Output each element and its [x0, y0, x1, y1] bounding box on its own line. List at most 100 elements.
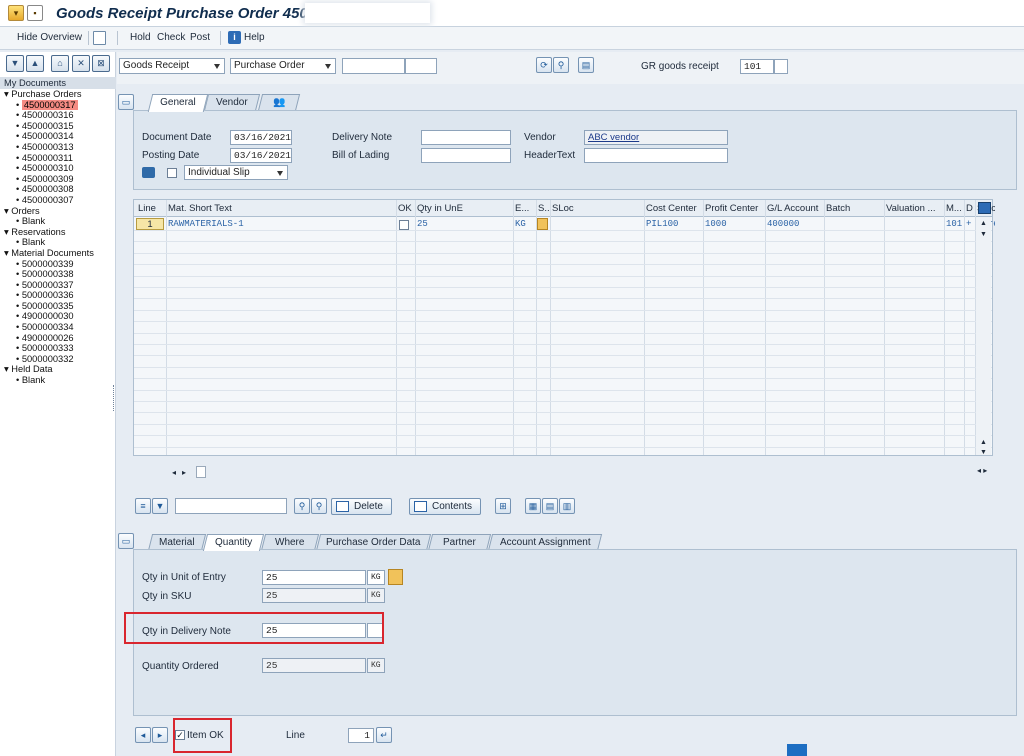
scroll-right-end-icon[interactable]: ◂ ▸: [977, 466, 987, 475]
tree-item[interactable]: • 4900000026: [0, 333, 116, 344]
scroll-left-icon[interactable]: ◂: [172, 468, 176, 477]
scroll-down-bottom-icon[interactable]: ▼: [980, 449, 987, 456]
scroll-down-icon[interactable]: ▼: [980, 231, 987, 238]
window-menu-icon[interactable]: ▪: [27, 5, 43, 21]
reference-item-input[interactable]: [405, 58, 437, 74]
tree-item[interactable]: • 4900000030: [0, 311, 116, 322]
tree-item[interactable]: • 4500000310: [0, 163, 116, 174]
find-next-icon[interactable]: ⚲: [311, 498, 327, 514]
expand-icon[interactable]: ▼: [6, 55, 24, 72]
tree-item[interactable]: • 4500000315: [0, 121, 116, 132]
detail-toggle-icon[interactable]: ▭: [118, 533, 134, 549]
qty-entry-unit[interactable]: KG: [367, 570, 385, 585]
tree-item[interactable]: • 4500000314: [0, 131, 116, 142]
sap-menu-icon[interactable]: ▾: [8, 5, 24, 21]
column-header[interactable]: Batch: [826, 203, 884, 214]
transaction-select[interactable]: Goods Receipt: [119, 58, 225, 74]
grid-debit-credit[interactable]: +: [966, 219, 971, 229]
grid-movement-type[interactable]: 101: [946, 219, 962, 229]
scroll-thumb[interactable]: [196, 466, 206, 478]
posting-date-input[interactable]: 03/16/2021: [230, 148, 292, 163]
detail-tab[interactable]: Quantity: [202, 534, 265, 551]
movement-type-input[interactable]: 101: [740, 59, 774, 74]
tree-folder-reservations[interactable]: ▾ Reservations: [0, 227, 116, 238]
delete-button[interactable]: Delete: [331, 498, 392, 515]
tree-item[interactable]: • Blank: [0, 237, 116, 248]
column-header[interactable]: Line: [138, 203, 168, 214]
column-settings-icon[interactable]: [978, 202, 991, 214]
tree-item[interactable]: • 5000000334: [0, 322, 116, 333]
tree-item[interactable]: • 5000000337: [0, 280, 116, 291]
tree-folder-purchase-orders[interactable]: ▾ Purchase Orders: [0, 89, 116, 100]
grid-cost-center[interactable]: PIL100: [646, 219, 678, 229]
tree-item[interactable]: • 4500000316: [0, 110, 116, 121]
unit-conversion-icon[interactable]: [388, 569, 403, 585]
delivery-note-input[interactable]: [421, 130, 511, 145]
execute-icon[interactable]: ⟳: [536, 57, 552, 73]
list-icon[interactable]: ▤: [578, 57, 594, 73]
tree-folder-held-data[interactable]: ▾ Held Data: [0, 364, 116, 375]
column-header[interactable]: G/L Account: [767, 203, 825, 214]
slip-select[interactable]: Individual Slip: [184, 165, 288, 180]
tree-item[interactable]: • 4500000309: [0, 174, 116, 185]
column-header[interactable]: E...: [515, 203, 537, 214]
next-item-icon[interactable]: ▸: [152, 727, 168, 743]
delete-icon[interactable]: ⌂: [51, 55, 69, 72]
tree-item[interactable]: • Blank: [0, 375, 116, 386]
grid-material-text[interactable]: RAWMATERIALS-1: [168, 219, 244, 229]
grid-horizontal-scrollbar[interactable]: ◂ ▸: [166, 466, 206, 480]
tree-item[interactable]: • 4500000307: [0, 195, 116, 206]
tree-item[interactable]: • 4500000313: [0, 142, 116, 153]
grid-qty[interactable]: 25: [417, 219, 428, 229]
contents-button[interactable]: Contents: [409, 498, 482, 515]
column-header[interactable]: Valuation ...: [886, 203, 944, 214]
tree-folder-orders[interactable]: ▾ Orders: [0, 206, 116, 217]
tree-item[interactable]: • 4500000308: [0, 184, 116, 195]
grid-line-number[interactable]: 1: [139, 219, 161, 230]
movement-type-extra[interactable]: [774, 59, 788, 74]
header-toggle-icon[interactable]: ▭: [118, 94, 134, 110]
tab-partner-icon[interactable]: 👥: [257, 94, 301, 111]
header-text-input[interactable]: [584, 148, 728, 163]
item-search-input[interactable]: [175, 498, 287, 514]
new-document-icon[interactable]: [93, 31, 106, 45]
grid-profit-center[interactable]: 1000: [705, 219, 727, 229]
bill-of-lading-input[interactable]: [421, 148, 511, 163]
stock-overview-icon[interactable]: ▦: [525, 498, 541, 514]
tree-item[interactable]: • 5000000333: [0, 343, 116, 354]
go-to-line-icon[interactable]: ↵: [376, 727, 392, 743]
hide-overview-button[interactable]: Hide Overview: [17, 32, 82, 43]
print-preview-icon[interactable]: ▤: [542, 498, 558, 514]
check-button[interactable]: Check: [157, 32, 185, 43]
tree-item[interactable]: • 5000000338: [0, 269, 116, 280]
tree-item[interactable]: • Blank: [0, 216, 116, 227]
expand-all-icon[interactable]: ⊞: [495, 498, 511, 514]
filter-icon[interactable]: ▼: [152, 498, 168, 514]
document-date-input[interactable]: 03/16/2021: [230, 130, 292, 145]
tree-item[interactable]: • 5000000335: [0, 301, 116, 312]
find-icon[interactable]: ⚲: [553, 57, 569, 73]
grid-unit[interactable]: KG: [515, 219, 526, 229]
tree-item[interactable]: • 5000000336: [0, 290, 116, 301]
previous-item-icon[interactable]: ◂: [135, 727, 151, 743]
select-all-icon[interactable]: ≡: [135, 498, 151, 514]
line-input[interactable]: 1: [348, 728, 374, 743]
printer-icon[interactable]: [142, 167, 155, 178]
pallet-icon[interactable]: ▥: [559, 498, 575, 514]
close-icon[interactable]: ✕: [72, 55, 90, 72]
tree-item[interactable]: • 4500000317: [0, 99, 116, 111]
collapse-icon[interactable]: ▲: [26, 55, 44, 72]
vendor-field[interactable]: ABC vendor: [584, 130, 728, 145]
column-header[interactable]: Mat. Short Text: [168, 203, 396, 214]
column-header[interactable]: M...: [946, 203, 964, 214]
column-header[interactable]: SLoc: [552, 203, 644, 214]
help-icon[interactable]: i: [228, 31, 241, 44]
reference-select[interactable]: Purchase Order: [230, 58, 336, 74]
cancel-icon[interactable]: ⊠: [92, 55, 110, 72]
help-button[interactable]: Help: [244, 32, 265, 43]
scroll-up-bottom-icon[interactable]: ▲: [980, 439, 987, 446]
column-header[interactable]: Cost Center: [646, 203, 704, 214]
qty-entry-input[interactable]: 25: [262, 570, 366, 585]
scroll-right-icon[interactable]: ▸: [182, 468, 186, 477]
hold-button[interactable]: Hold: [130, 32, 151, 43]
